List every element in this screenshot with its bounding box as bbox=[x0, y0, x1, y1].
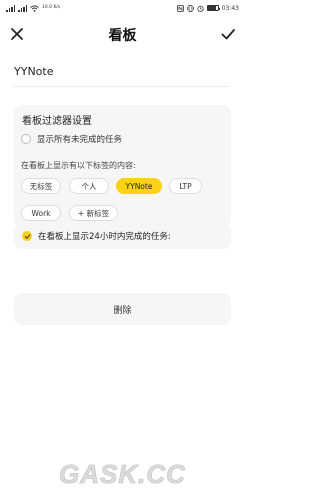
show-all-option[interactable]: 显示所有未完成的任务 bbox=[21, 132, 122, 146]
nfc-icon bbox=[176, 4, 184, 12]
tags-label: 在看板上显示有以下标签的内容: bbox=[21, 161, 136, 170]
signal-icon-2 bbox=[18, 4, 27, 12]
status-left: 10.0 K/s bbox=[6, 4, 61, 12]
name-divider bbox=[14, 86, 230, 87]
checkmark-icon bbox=[24, 233, 30, 239]
alarm-icon bbox=[197, 5, 204, 12]
tag-chip-ltp[interactable]: LTP bbox=[169, 178, 202, 194]
delete-button[interactable]: 删除 bbox=[14, 293, 231, 325]
signal-icon bbox=[6, 4, 15, 12]
check-icon[interactable] bbox=[220, 26, 236, 42]
tag-chip-personal[interactable]: 个人 bbox=[69, 178, 109, 194]
page-title: 看板 bbox=[108, 28, 137, 44]
vibrate-icon bbox=[186, 4, 194, 12]
filter-title: 看板过滤器设置 bbox=[22, 116, 92, 127]
status-right: 03:43 bbox=[176, 4, 239, 12]
battery-fill bbox=[207, 6, 216, 10]
board-name-input[interactable] bbox=[14, 61, 214, 81]
battery-icon bbox=[206, 5, 221, 11]
filter-card: 看板过滤器设置 显示所有未完成的任务 在看板上显示有以下标签的内容: 无标签 个… bbox=[14, 105, 231, 227]
radio-circle-icon[interactable] bbox=[21, 134, 31, 144]
watermark-logo: GASK.CC bbox=[60, 459, 185, 490]
completed-option[interactable]: 在看板上显示24小时内完成的任务: bbox=[14, 223, 231, 249]
tag-chip-work[interactable]: Work bbox=[21, 205, 61, 221]
header: 看板 bbox=[0, 20, 245, 48]
show-all-label: 显示所有未完成的任务 bbox=[37, 135, 123, 145]
checked-circle-icon[interactable] bbox=[22, 231, 32, 241]
wifi-icon bbox=[30, 4, 39, 12]
svg-text:GASK.CC: GASK.CC bbox=[60, 459, 185, 489]
tag-chip-none[interactable]: 无标签 bbox=[21, 178, 61, 194]
status-time: 03:43 bbox=[221, 4, 239, 12]
completed-option-label: 在看板上显示24小时内完成的任务: bbox=[38, 232, 171, 242]
net-speed: 10.0 K/s bbox=[42, 5, 61, 10]
tag-chip-yynote[interactable]: YYNote bbox=[116, 178, 162, 194]
status-bar: 10.0 K/s 03:43 bbox=[0, 0, 245, 16]
add-tag-button[interactable]: + 新标签 bbox=[69, 205, 118, 221]
